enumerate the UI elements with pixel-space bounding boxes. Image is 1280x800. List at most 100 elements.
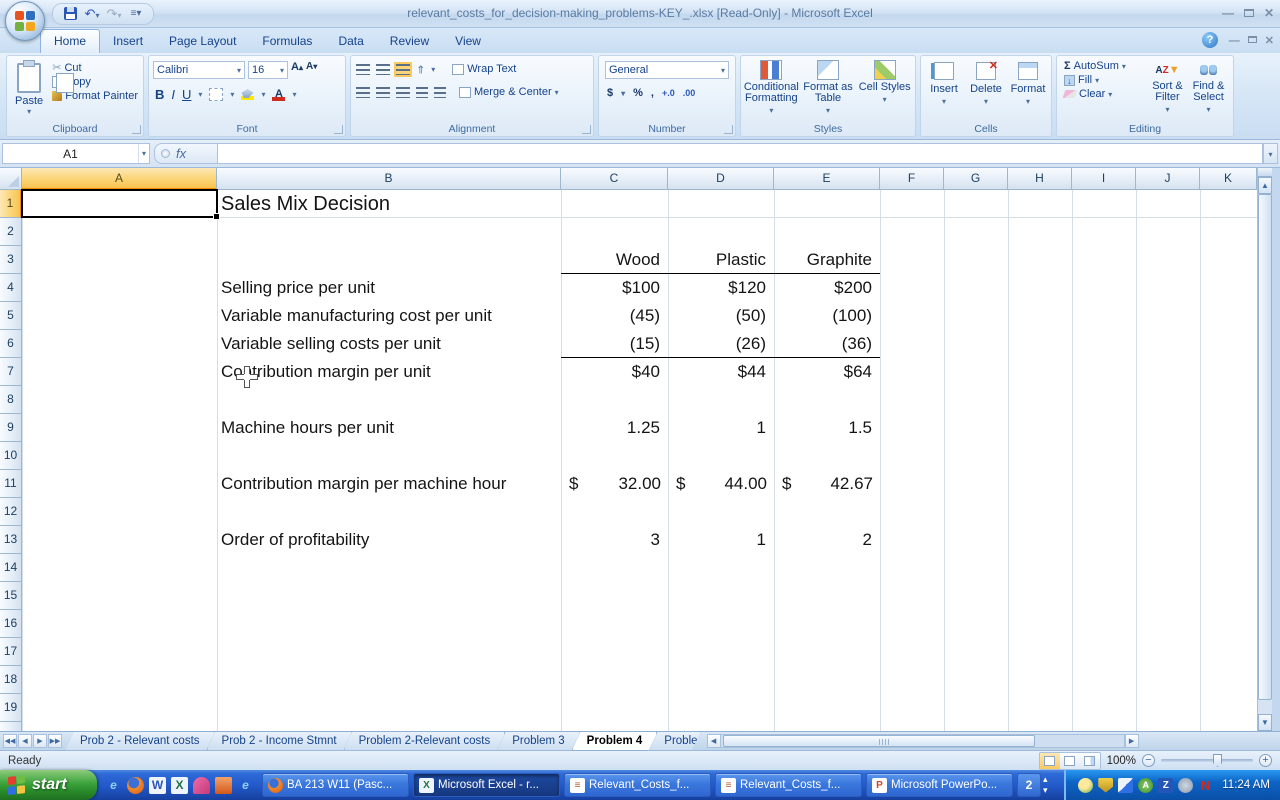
taskbar-button-firefox[interactable]: BA 213 W11 (Pasc... [262, 773, 409, 797]
vertical-split-handle[interactable] [1258, 168, 1272, 177]
tab-formulas[interactable]: Formulas [249, 30, 325, 53]
taskbar-group-button[interactable]: 2 [1017, 773, 1041, 797]
row-header-5[interactable]: 5 [0, 302, 22, 330]
workbook-minimize-button[interactable]: — [1229, 33, 1240, 49]
cell-C5[interactable]: (45) [561, 302, 668, 330]
tab-home[interactable]: Home [40, 29, 100, 53]
decrease-decimal-button[interactable]: .00 [683, 88, 696, 98]
column-header-b[interactable]: B [217, 168, 561, 190]
cell-C3[interactable]: Wood [561, 246, 668, 274]
font-size-select[interactable]: 16▾ [248, 61, 288, 79]
align-middle-icon[interactable] [376, 64, 390, 75]
clipboard-dialog-launcher[interactable] [132, 125, 141, 134]
row-header-10[interactable]: 10 [0, 442, 22, 470]
scroll-left-icon[interactable]: ◀ [707, 734, 721, 748]
tray-network-icon[interactable] [1118, 778, 1133, 793]
underline-button[interactable]: U [182, 87, 191, 102]
scroll-down-icon[interactable]: ▼ [1258, 714, 1272, 731]
column-header-f[interactable]: F [880, 168, 944, 190]
column-header-e[interactable]: E [774, 168, 880, 190]
bold-button[interactable]: B [155, 87, 164, 102]
outlook-quicklaunch-icon[interactable] [215, 777, 232, 794]
name-box-dropdown-icon[interactable]: ▾ [138, 144, 149, 163]
key-quicklaunch-icon[interactable] [193, 777, 210, 794]
find-select-button[interactable]: Find & Select ▾ [1188, 59, 1229, 115]
cell-C6[interactable]: (15) [561, 330, 668, 358]
cell-C13[interactable]: 3 [561, 526, 668, 554]
cell-D9[interactable]: 1 [668, 414, 774, 442]
cell-E6[interactable]: (36) [774, 330, 880, 358]
scroll-right-icon[interactable]: ▶ [1125, 734, 1139, 748]
row-header-11[interactable]: 11 [0, 470, 22, 498]
increase-decimal-button[interactable]: +.0 [662, 88, 675, 98]
row-header-7[interactable]: 7 [0, 358, 22, 386]
row-header-14[interactable]: 14 [0, 554, 22, 582]
taskbar-button-doc1[interactable]: ≡ Relevant_Costs_f... [564, 773, 711, 797]
row-header-18[interactable]: 18 [0, 666, 22, 694]
workbook-close-button[interactable]: ✕ [1265, 33, 1274, 49]
sheet-tab-problem4-active[interactable]: Problem 4 [572, 732, 658, 751]
zoom-out-icon[interactable]: − [1142, 754, 1155, 767]
start-button[interactable]: start [0, 770, 97, 800]
sheet-tab-problem2-relevant[interactable]: Problem 2-Relevant costs [344, 732, 506, 751]
selected-cell-A1[interactable] [21, 189, 218, 218]
row-header-16[interactable]: 16 [0, 610, 22, 638]
row-header-20-partial[interactable] [0, 722, 22, 731]
zoom-slider[interactable] [1161, 759, 1253, 762]
tray-messenger-icon[interactable] [1078, 778, 1093, 793]
column-header-g[interactable]: G [944, 168, 1008, 190]
delete-cells-button[interactable]: ✕ Delete ▾ [965, 60, 1007, 107]
name-box[interactable]: A1 ▾ [2, 143, 150, 164]
row-header-2[interactable]: 2 [0, 218, 22, 246]
cell-B6[interactable]: Variable selling costs per unit [219, 330, 441, 358]
row-header-4[interactable]: 4 [0, 274, 22, 302]
ie2-quicklaunch-icon[interactable]: e [237, 777, 254, 794]
column-header-h[interactable]: H [1008, 168, 1072, 190]
first-sheet-icon[interactable]: ◀◀ [3, 734, 17, 748]
taskbar-button-excel-active[interactable]: X Microsoft Excel - r... [413, 773, 560, 797]
row-header-9[interactable]: 9 [0, 414, 22, 442]
help-icon[interactable]: ? [1202, 32, 1218, 48]
insert-cells-button[interactable]: Insert ▾ [923, 60, 965, 107]
cell-E4[interactable]: $200 [774, 274, 880, 302]
tab-view[interactable]: View [442, 30, 494, 53]
copy-button[interactable]: Copy [49, 75, 141, 89]
ie-quicklaunch-icon[interactable]: e [105, 777, 122, 794]
tray-antivirus-icon[interactable]: A [1138, 778, 1153, 793]
cell-B5[interactable]: Variable manufacturing cost per unit [219, 302, 492, 330]
tray-volume-icon[interactable] [1178, 778, 1193, 793]
column-header-k[interactable]: K [1200, 168, 1257, 190]
row-header-15[interactable]: 15 [0, 582, 22, 610]
tab-data[interactable]: Data [325, 30, 376, 53]
alignment-dialog-launcher[interactable] [582, 125, 591, 134]
tray-z-icon[interactable]: Z [1158, 778, 1173, 793]
grow-font-button[interactable]: A▴ [291, 61, 303, 79]
align-bottom-icon[interactable] [396, 64, 410, 75]
select-all-corner[interactable] [0, 168, 22, 190]
cell-E3[interactable]: Graphite [774, 246, 880, 274]
cell-D5[interactable]: (50) [668, 302, 774, 330]
page-break-view-icon[interactable] [1080, 753, 1100, 769]
cell-styles-button[interactable]: Cell Styles ▾ [856, 60, 913, 116]
tab-insert[interactable]: Insert [100, 30, 156, 53]
fill-button[interactable]: ↓ Fill▾ [1061, 73, 1147, 87]
font-color-icon[interactable]: A [272, 89, 285, 101]
office-button[interactable] [5, 1, 45, 41]
cell-B4[interactable]: Selling price per unit [219, 274, 375, 302]
format-as-table-button[interactable]: Format as Table ▾ [800, 60, 857, 116]
redo-icon[interactable]: ↷▾ [105, 5, 123, 23]
row-header-3[interactable]: 3 [0, 246, 22, 274]
zoom-in-icon[interactable]: + [1259, 754, 1272, 767]
increase-indent-icon[interactable] [434, 87, 446, 98]
cell-D13[interactable]: 1 [668, 526, 774, 554]
close-button[interactable]: ✕ [1264, 5, 1274, 21]
font-dialog-launcher[interactable] [334, 125, 343, 134]
taskbar-button-powerpoint[interactable]: P Microsoft PowerPo... [866, 773, 1013, 797]
last-sheet-icon[interactable]: ▶▶ [48, 734, 62, 748]
wrap-text-button[interactable]: Wrap Text [449, 62, 519, 76]
column-header-c[interactable]: C [561, 168, 668, 190]
cell-D7[interactable]: $44 [668, 358, 774, 386]
sheet-tab-problem3[interactable]: Problem 3 [497, 732, 579, 751]
customize-qat-icon[interactable]: ≡▾ [127, 5, 145, 23]
firefox-quicklaunch-icon[interactable] [127, 777, 144, 794]
